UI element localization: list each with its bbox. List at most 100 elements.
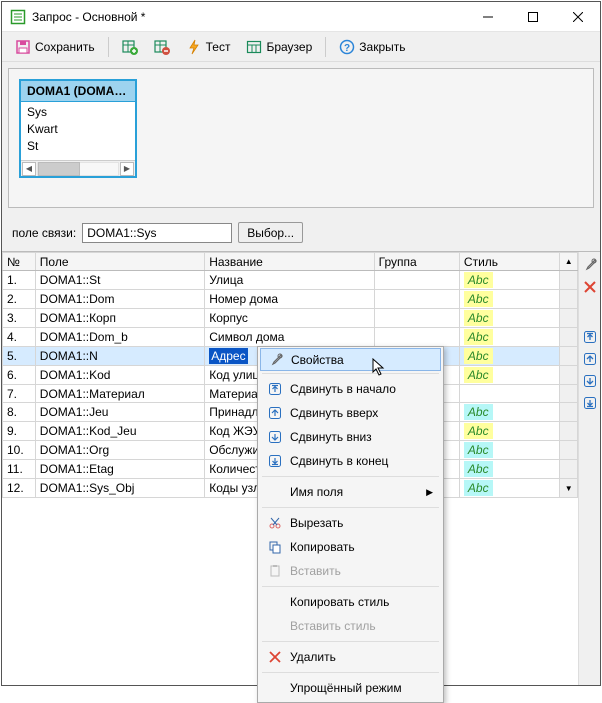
cell-num: 12. (3, 479, 36, 498)
titlebar: Запрос - Основной * (2, 2, 600, 32)
cell-field[interactable]: DOMA1::St (35, 271, 204, 290)
cm-paste-style: Вставить стиль (260, 614, 441, 638)
cell-num: 10. (3, 441, 36, 460)
cell-style[interactable]: Abc (459, 309, 560, 328)
col-header-num[interactable]: № (3, 253, 36, 271)
cell-field[interactable]: DOMA1::Org (35, 441, 204, 460)
cell-style[interactable]: Abc (459, 422, 560, 441)
cell-num: 2. (3, 290, 36, 309)
scroll-thumb[interactable] (38, 162, 80, 176)
scroll-right-button[interactable]: ▶ (120, 162, 134, 176)
delete-row-button[interactable] (581, 278, 599, 296)
table-row[interactable]: 2.DOMA1::DomНомер дома Abc (3, 290, 578, 309)
minimize-button[interactable] (465, 2, 510, 31)
table-box-doma1[interactable]: DOMA1 (DOMA, ... Sys Kwart St ◀ ▶ (19, 79, 137, 178)
table-row[interactable]: 4.DOMA1::Dom_bСимвол домаAbc (3, 328, 578, 347)
cell-style[interactable]: Abc (459, 460, 560, 479)
cm-simple-mode[interactable]: Упрощённый режим (260, 676, 441, 700)
cell-group[interactable] (374, 290, 459, 309)
cell-field[interactable]: DOMA1::Корп (35, 309, 204, 328)
browser-label: Браузер (266, 40, 312, 54)
cell-style[interactable]: Abc (459, 328, 560, 347)
link-field-input[interactable] (82, 223, 232, 243)
cell-style[interactable]: Abc (459, 290, 560, 309)
cell-scroll (560, 290, 578, 309)
cell-style[interactable]: Abc (459, 347, 560, 366)
toolbar: Сохранить Тест Браузер (2, 32, 600, 62)
save-icon (15, 39, 31, 55)
diagram-area[interactable]: DOMA1 (DOMA, ... Sys Kwart St ◀ ▶ (8, 68, 594, 208)
copy-icon (266, 540, 284, 554)
choose-button[interactable]: Выбор... (238, 222, 303, 243)
move-top-button[interactable] (581, 328, 599, 346)
cm-delete[interactable]: Удалить (260, 645, 441, 669)
properties-button[interactable] (581, 256, 599, 274)
cm-field-name[interactable]: Имя поля ▶ (260, 480, 441, 504)
table-row[interactable]: 1.DOMA1::StУлицаAbc (3, 271, 578, 290)
move-bottom-button[interactable] (581, 394, 599, 412)
cell-field[interactable]: DOMA1::N (35, 347, 204, 366)
grid-header-row: № Поле Название Группа Стиль ▲ (3, 253, 578, 271)
table-box-header[interactable]: DOMA1 (DOMA, ... (21, 81, 135, 102)
cm-cut[interactable]: Вырезать (260, 511, 441, 535)
table-box-hscroll[interactable]: ◀ ▶ (21, 160, 135, 176)
cell-style[interactable]: Abc (459, 366, 560, 385)
maximize-button[interactable] (510, 2, 555, 31)
cell-field[interactable]: DOMA1::Jeu (35, 403, 204, 422)
scroll-left-button[interactable]: ◀ (22, 162, 36, 176)
cell-field[interactable]: DOMA1::Dom (35, 290, 204, 309)
lightning-icon (186, 39, 202, 55)
cell-field[interactable]: DOMA1::Dom_b (35, 328, 204, 347)
move-up-button[interactable] (581, 350, 599, 368)
cell-scroll (560, 385, 578, 403)
cell-field[interactable]: DOMA1::Etag (35, 460, 204, 479)
scissors-icon (266, 516, 284, 530)
save-button[interactable]: Сохранить (10, 35, 100, 59)
cell-style[interactable]: Abc (459, 441, 560, 460)
cm-copy[interactable]: Копировать (260, 535, 441, 559)
close-window-button[interactable] (555, 2, 600, 31)
cell-name[interactable]: Символ дома (205, 328, 374, 347)
cell-field[interactable]: DOMA1::Материал (35, 385, 204, 403)
cell-style[interactable]: Abc (459, 403, 560, 422)
cm-move-up[interactable]: Сдвинуть вверх (260, 401, 441, 425)
col-header-field[interactable]: Поле (35, 253, 204, 271)
table-field[interactable]: Sys (27, 104, 129, 121)
link-field-label: поле связи: (12, 226, 76, 240)
cell-style[interactable] (459, 385, 560, 403)
cm-move-end[interactable]: Сдвинуть в конец (260, 449, 441, 473)
svg-text:?: ? (344, 43, 350, 54)
test-button[interactable]: Тест (181, 35, 236, 59)
col-header-style[interactable]: Стиль (459, 253, 560, 271)
cell-group[interactable] (374, 309, 459, 328)
table-field[interactable]: St (27, 138, 129, 155)
add-button[interactable] (117, 35, 143, 59)
cell-field[interactable]: DOMA1::Kod (35, 366, 204, 385)
cell-group[interactable] (374, 271, 459, 290)
cell-field[interactable]: DOMA1::Kod_Jeu (35, 422, 204, 441)
cell-group[interactable] (374, 328, 459, 347)
cm-properties[interactable]: Свойства (260, 348, 441, 371)
col-header-scroll[interactable]: ▲ (560, 253, 578, 271)
table-row[interactable]: 3.DOMA1::КорпКорпусAbc (3, 309, 578, 328)
close-button[interactable]: ? Закрыть (334, 35, 410, 59)
cell-name[interactable]: Корпус (205, 309, 374, 328)
cell-num: 5. (3, 347, 36, 366)
move-top-icon (266, 382, 284, 396)
right-toolbar (578, 252, 600, 685)
table-field[interactable]: Kwart (27, 121, 129, 138)
col-header-name[interactable]: Название (205, 253, 374, 271)
cell-field[interactable]: DOMA1::Sys_Obj (35, 479, 204, 498)
toolbar-separator (325, 37, 326, 57)
col-header-group[interactable]: Группа (374, 253, 459, 271)
move-down-button[interactable] (581, 372, 599, 390)
cm-copy-style[interactable]: Копировать стиль (260, 590, 441, 614)
cell-style[interactable]: Abc (459, 479, 560, 498)
cell-name[interactable]: Улица (205, 271, 374, 290)
browser-button[interactable]: Браузер (241, 35, 317, 59)
cm-move-down[interactable]: Сдвинуть вниз (260, 425, 441, 449)
cell-style[interactable]: Abc (459, 271, 560, 290)
remove-button[interactable] (149, 35, 175, 59)
cm-move-start[interactable]: Сдвинуть в начало (260, 377, 441, 401)
cell-name[interactable]: Номер дома (205, 290, 374, 309)
